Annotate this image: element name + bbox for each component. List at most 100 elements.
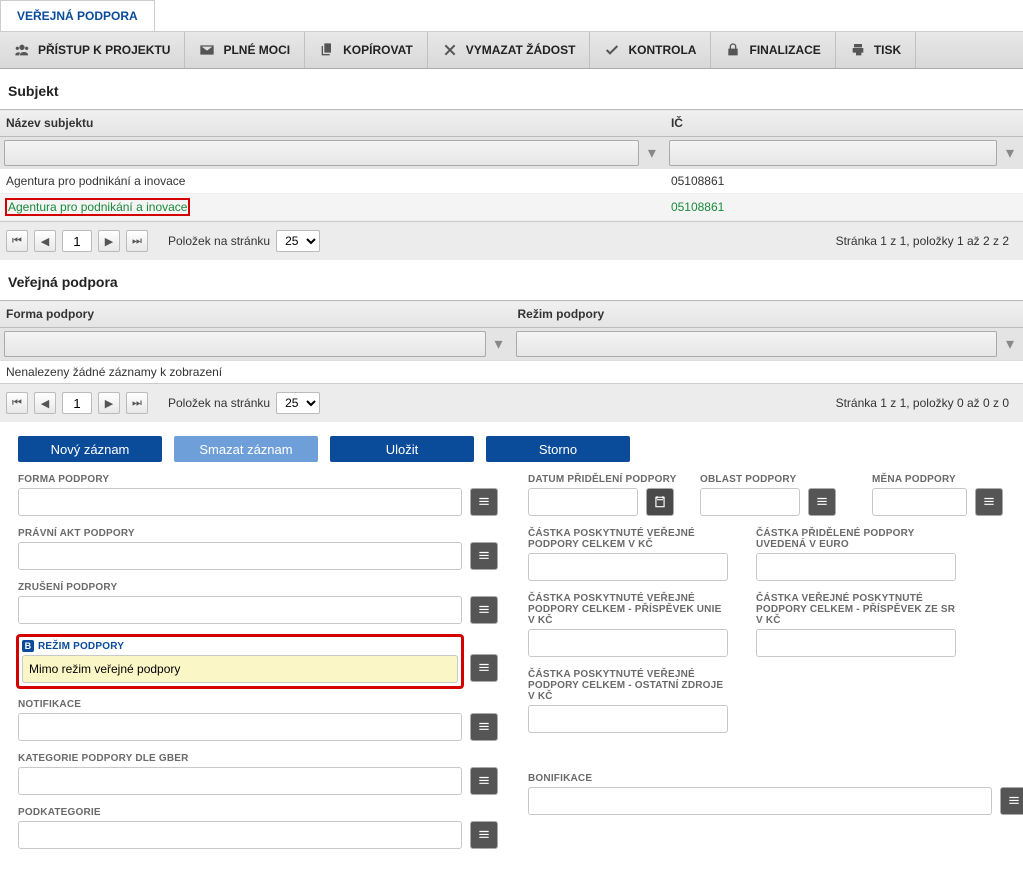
filter-icon[interactable]: ▾ xyxy=(1001,334,1019,354)
cell-name: Agentura pro podnikání a inovace xyxy=(0,194,665,221)
lookup-icon[interactable] xyxy=(470,542,498,570)
cell-ic: 05108861 xyxy=(665,194,1023,221)
per-page-label: Položek na stránku xyxy=(168,396,270,410)
pager-page-input[interactable] xyxy=(62,230,92,252)
label-castka-ostatni: ČÁSTKA POSKYTNUTÉ VEŘEJNÉ PODPORY CELKEM… xyxy=(528,669,728,702)
tab-row: VEŘEJNÁ PODPORA xyxy=(0,0,1023,32)
section-title-support: Veřejná podpora xyxy=(0,260,1023,300)
pager-first[interactable]: ⏮ xyxy=(6,392,28,414)
lookup-icon[interactable] xyxy=(470,821,498,849)
label-forma-podpory: FORMA PODPORY xyxy=(18,474,498,485)
pager-last[interactable]: ⏭ xyxy=(126,392,148,414)
pager-prev[interactable]: ◀ xyxy=(34,230,56,252)
actions-row: Nový záznam Smazat záznam Uložit Storno xyxy=(0,422,1023,474)
lookup-icon[interactable] xyxy=(470,596,498,624)
label-castka-unie: ČÁSTKA POSKYTNUTÉ VEŘEJNÉ PODPORY CELKEM… xyxy=(528,593,728,626)
save-button[interactable]: Uložit xyxy=(330,436,474,462)
input-rezim[interactable] xyxy=(22,655,458,683)
filter-icon[interactable]: ▾ xyxy=(1001,143,1019,163)
input-kategorie-gber[interactable] xyxy=(18,767,462,795)
new-record-button[interactable]: Nový záznam xyxy=(18,436,162,462)
input-notifikace[interactable] xyxy=(18,713,462,741)
label-podkategorie: PODKATEGORIE xyxy=(18,807,498,818)
toolbar-label: TISK xyxy=(874,43,901,57)
toolbar-label: PLNÉ MOCI xyxy=(223,43,290,57)
toolbar-delete-request[interactable]: VYMAZAT ŽÁDOST xyxy=(428,32,591,68)
input-castka-unie[interactable] xyxy=(528,629,728,657)
filter-ic-input[interactable] xyxy=(669,140,997,166)
lookup-icon[interactable] xyxy=(1000,787,1023,815)
toolbar-label: VYMAZAT ŽÁDOST xyxy=(466,43,576,57)
filter-name-input[interactable] xyxy=(4,140,639,166)
subject-table: Název subjektu IČ ▾ ▾ Agentura pro podni… xyxy=(0,109,1023,221)
input-castka-sr[interactable] xyxy=(756,629,956,657)
col-forma[interactable]: Forma podpory xyxy=(0,301,512,328)
calendar-icon[interactable] xyxy=(646,488,674,516)
table-row[interactable]: Agentura pro podnikání a inovace 0510886… xyxy=(0,169,1023,194)
input-castka-celkem[interactable] xyxy=(528,553,728,581)
delete-record-button[interactable]: Smazat záznam xyxy=(174,436,318,462)
lookup-icon[interactable] xyxy=(470,488,498,516)
filter-rezim-input[interactable] xyxy=(516,331,998,357)
lookup-icon[interactable] xyxy=(470,767,498,795)
copy-icon xyxy=(319,42,335,58)
col-name[interactable]: Název subjektu xyxy=(0,110,665,137)
input-mena[interactable] xyxy=(872,488,967,516)
label-castka-sr: ČÁSTKA VEŘEJNÉ POSKYTNUTÉ PODPORY CELKEM… xyxy=(756,593,956,626)
pager-info: Stránka 1 z 1, položky 0 až 0 z 0 xyxy=(836,396,1017,410)
form-area: FORMA PODPORY PRÁVNÍ AKT PODPORY ZRUŠENÍ… xyxy=(0,474,1023,891)
label-castka-euro: ČÁSTKA PŘIDĚLENÉ PODPORY UVEDENÁ V EURO xyxy=(756,528,956,550)
table-row[interactable]: Agentura pro podnikání a inovace 0510886… xyxy=(0,194,1023,221)
input-forma-podpory[interactable] xyxy=(18,488,462,516)
input-zruseni[interactable] xyxy=(18,596,462,624)
label-zruseni: ZRUŠENÍ PODPORY xyxy=(18,582,498,593)
pager-first[interactable]: ⏮ xyxy=(6,230,28,252)
lookup-icon[interactable] xyxy=(808,488,836,516)
input-oblast[interactable] xyxy=(700,488,800,516)
toolbar-copy[interactable]: KOPÍROVAT xyxy=(305,32,428,68)
per-page-select[interactable]: 25 xyxy=(276,230,320,252)
cell-ic: 05108861 xyxy=(665,169,1023,194)
toolbar-finalize[interactable]: FINALIZACE xyxy=(711,32,835,68)
pager-prev[interactable]: ◀ xyxy=(34,392,56,414)
filter-icon[interactable]: ▾ xyxy=(643,143,661,163)
filter-icon[interactable]: ▾ xyxy=(490,334,508,354)
toolbar-project-access[interactable]: PŘÍSTUP K PROJEKTU xyxy=(0,32,185,68)
input-datum[interactable] xyxy=(528,488,638,516)
lookup-icon[interactable] xyxy=(975,488,1003,516)
input-castka-euro[interactable] xyxy=(756,553,956,581)
lock-icon xyxy=(725,42,741,58)
support-table: Forma podpory Režim podpory ▾ ▾ xyxy=(0,300,1023,360)
toolbar-print[interactable]: TISK xyxy=(836,32,916,68)
input-pravni-akt[interactable] xyxy=(18,542,462,570)
col-rezim[interactable]: Režim podpory xyxy=(512,301,1023,328)
input-podkategorie[interactable] xyxy=(18,821,462,849)
lookup-icon[interactable] xyxy=(470,654,498,682)
input-castka-ostatni[interactable] xyxy=(528,705,728,733)
col-ic[interactable]: IČ xyxy=(665,110,1023,137)
close-icon xyxy=(442,42,458,58)
print-icon xyxy=(850,42,866,58)
toolbar-label: KONTROLA xyxy=(628,43,696,57)
pager-next[interactable]: ▶ xyxy=(98,230,120,252)
per-page-select[interactable]: 25 xyxy=(276,392,320,414)
label-rezim: BREŽIM PODPORY xyxy=(22,640,458,652)
lookup-icon[interactable] xyxy=(470,713,498,741)
per-page-label: Položek na stránku xyxy=(168,234,270,248)
pager-page-input[interactable] xyxy=(62,392,92,414)
filter-forma-input[interactable] xyxy=(4,331,486,357)
label-oblast: OBLAST PODPORY xyxy=(700,474,860,485)
tab-public-support[interactable]: VEŘEJNÁ PODPORA xyxy=(0,0,155,31)
toolbar-check[interactable]: KONTROLA xyxy=(590,32,711,68)
main-toolbar: PŘÍSTUP K PROJEKTU PLNÉ MOCI KOPÍROVAT V… xyxy=(0,32,1023,69)
cancel-button[interactable]: Storno xyxy=(486,436,630,462)
input-bonifikace[interactable] xyxy=(528,787,992,815)
label-castka-celkem: ČÁSTKA POSKYTNUTÉ VEŘEJNÉ PODPORY CELKEM… xyxy=(528,528,728,550)
pager-last[interactable]: ⏭ xyxy=(126,230,148,252)
label-bonifikace: BONIFIKACE xyxy=(528,773,1023,784)
toolbar-full-powers[interactable]: PLNÉ MOCI xyxy=(185,32,305,68)
toolbar-label: FINALIZACE xyxy=(749,43,820,57)
pager-next[interactable]: ▶ xyxy=(98,392,120,414)
no-records: Nenalezeny žádné záznamy k zobrazení xyxy=(0,360,1023,383)
check-icon xyxy=(604,42,620,58)
